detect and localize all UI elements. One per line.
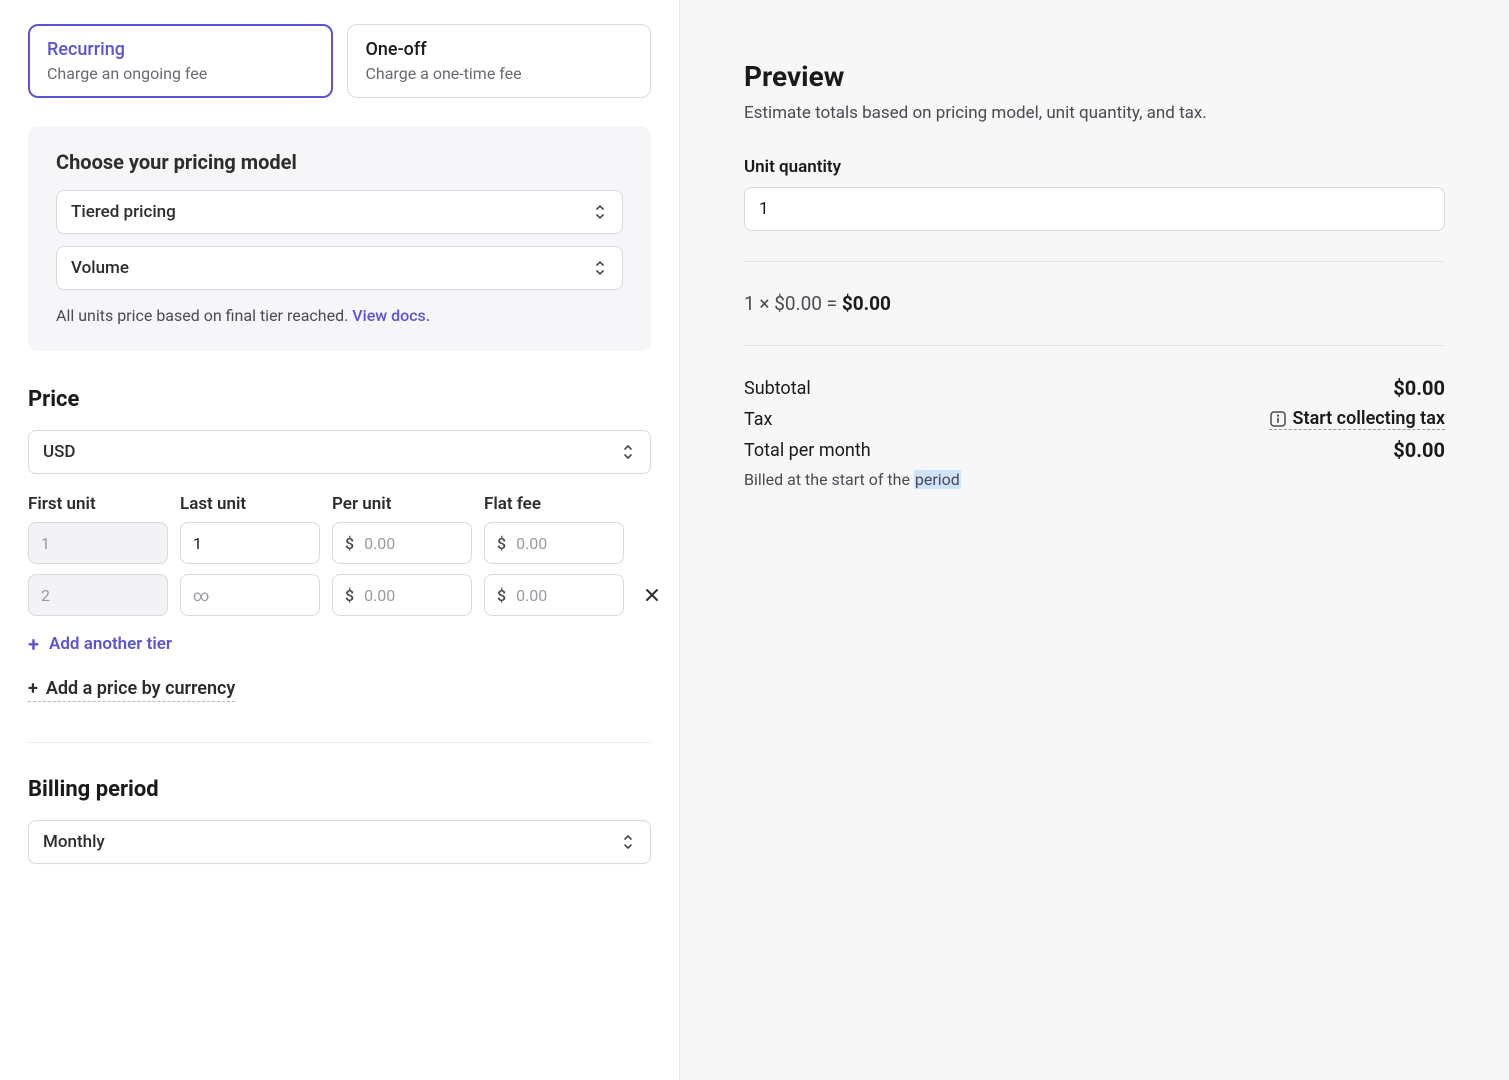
tier-row: 1 1 $ 0.00 $ 0.00 — [28, 522, 651, 564]
chevron-updown-icon — [594, 203, 608, 221]
chevron-updown-icon — [622, 833, 636, 851]
total-value: $0.00 — [1393, 438, 1445, 462]
currency-select[interactable]: USD — [28, 430, 651, 474]
col-flat-fee: Flat fee — [484, 494, 624, 514]
divider — [744, 261, 1445, 262]
volume-value: Volume — [71, 258, 129, 278]
divider — [744, 345, 1445, 346]
start-collecting-tax-link[interactable]: Start collecting tax — [1269, 408, 1445, 430]
tab-oneoff-title: One-off — [366, 39, 633, 60]
per-unit-input[interactable]: $ 0.00 — [332, 574, 472, 616]
last-unit-input[interactable]: 1 — [180, 522, 320, 564]
add-tier-button[interactable]: + Add another tier — [28, 634, 651, 654]
subtotal-value: $0.00 — [1393, 376, 1445, 400]
tax-label: Tax — [744, 409, 772, 430]
unit-quantity-input[interactable]: 1 — [744, 187, 1445, 231]
pricing-model-select[interactable]: Tiered pricing — [56, 190, 623, 234]
col-last-unit: Last unit — [180, 494, 320, 514]
flat-fee-input[interactable]: $ 0.00 — [484, 522, 624, 564]
plus-icon: + — [28, 634, 39, 654]
pricing-model-hint: All units price based on final tier reac… — [56, 306, 623, 325]
last-unit-input[interactable]: ∞ — [180, 574, 320, 616]
pricing-model-value: Tiered pricing — [71, 202, 176, 222]
divider — [28, 742, 651, 743]
per-unit-input[interactable]: $ 0.00 — [332, 522, 472, 564]
close-icon — [643, 586, 661, 604]
first-unit-input: 1 — [28, 522, 168, 564]
tab-oneoff-sub: Charge a one-time fee — [366, 64, 633, 83]
tab-recurring[interactable]: Recurring Charge an ongoing fee — [28, 24, 333, 98]
view-docs-link[interactable]: View docs. — [352, 306, 430, 325]
subtotal-label: Subtotal — [744, 378, 811, 399]
billing-period-heading: Billing period — [28, 777, 651, 802]
chevron-updown-icon — [594, 259, 608, 277]
col-per-unit: Per unit — [332, 494, 472, 514]
preview-title: Preview — [744, 60, 1445, 93]
add-currency-button[interactable]: + Add a price by currency — [28, 678, 235, 702]
col-first-unit: First unit — [28, 494, 168, 514]
unit-quantity-label: Unit quantity — [744, 157, 1445, 177]
billed-note: Billed at the start of the period — [744, 470, 1445, 489]
info-icon — [1269, 410, 1287, 428]
total-label: Total per month — [744, 440, 871, 461]
pricing-model-box: Choose your pricing model Tiered pricing… — [28, 126, 651, 351]
tab-recurring-sub: Charge an ongoing fee — [47, 64, 314, 83]
remove-tier-button[interactable] — [636, 586, 668, 604]
volume-select[interactable]: Volume — [56, 246, 623, 290]
first-unit-input: 2 — [28, 574, 168, 616]
tab-recurring-title: Recurring — [47, 39, 314, 60]
plus-icon: + — [28, 678, 38, 699]
tier-row: 2 ∞ $ 0.00 $ 0.00 — [28, 574, 651, 616]
tab-oneoff[interactable]: One-off Charge a one-time fee — [347, 24, 652, 98]
preview-subtitle: Estimate totals based on pricing model, … — [744, 103, 1445, 123]
price-heading: Price — [28, 387, 651, 412]
flat-fee-input[interactable]: $ 0.00 — [484, 574, 624, 616]
chevron-updown-icon — [622, 443, 636, 461]
billing-period-value: Monthly — [43, 832, 105, 852]
calculation-line: 1 × $0.00 = $0.00 — [744, 292, 1445, 315]
currency-value: USD — [43, 442, 76, 462]
pricing-model-heading: Choose your pricing model — [56, 150, 623, 174]
billing-period-select[interactable]: Monthly — [28, 820, 651, 864]
